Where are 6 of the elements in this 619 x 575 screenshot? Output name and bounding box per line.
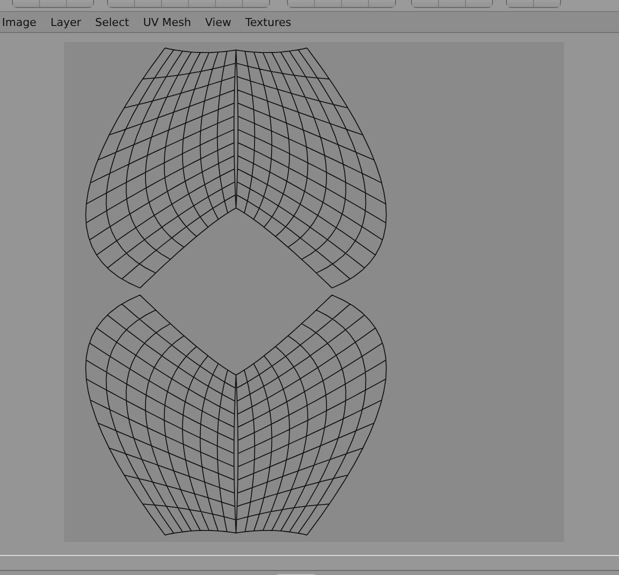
menu-item[interactable]: Image xyxy=(2,16,36,28)
menu-item[interactable]: UV Mesh xyxy=(143,16,192,28)
menu-item[interactable]: Textures xyxy=(245,16,292,28)
menu-item[interactable]: Select xyxy=(95,16,130,28)
menu-item[interactable]: View xyxy=(205,16,232,28)
menu-item[interactable]: Layer xyxy=(50,16,82,28)
